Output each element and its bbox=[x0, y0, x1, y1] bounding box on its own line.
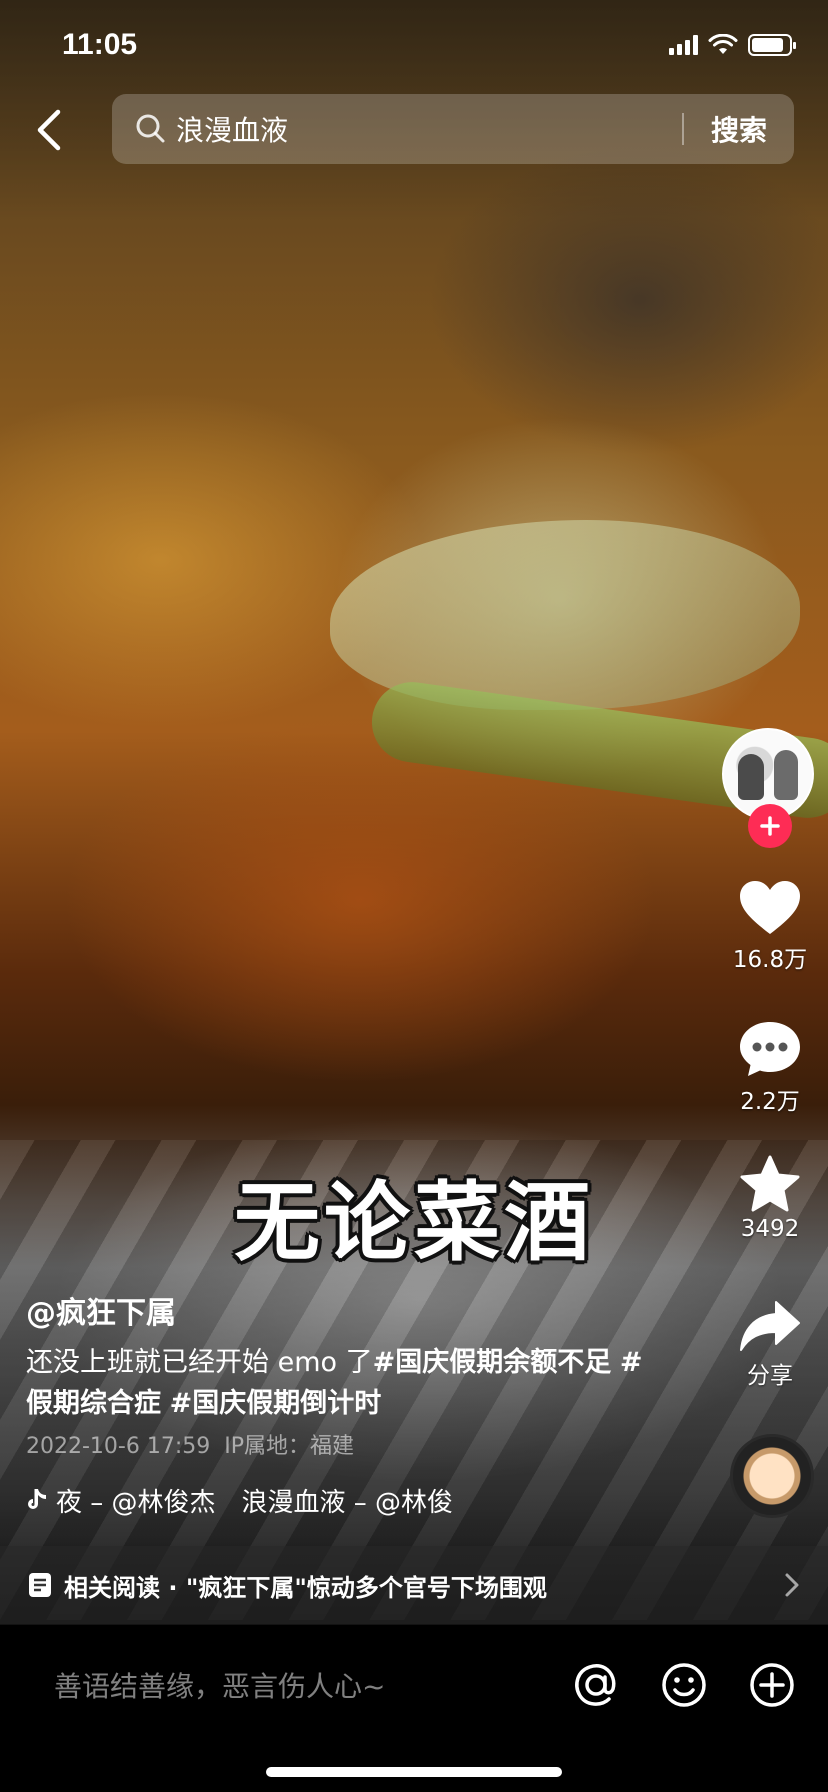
music-disc[interactable] bbox=[730, 1434, 814, 1518]
chevron-left-icon bbox=[37, 109, 61, 151]
author-avatar[interactable] bbox=[722, 728, 818, 848]
comment-bar: 善语结善缘，恶言伤人心~ bbox=[0, 1625, 828, 1792]
share-label: 分享 bbox=[747, 1363, 793, 1389]
post-description: 还没上班就已经开始 emo 了#国庆假期余额不足 #假期综合症 #国庆假期倒计时 bbox=[26, 1342, 646, 1424]
battery-level bbox=[752, 38, 783, 52]
signal-icon bbox=[669, 35, 698, 55]
document-icon bbox=[29, 1573, 51, 1597]
music-title: 夜 – @林俊杰 浪漫血液 – @林俊 bbox=[56, 1487, 454, 1518]
video-cabbage-shape bbox=[330, 520, 800, 710]
favorite-count: 3492 bbox=[740, 1216, 800, 1242]
search-bar[interactable]: 浪漫血液 搜索 bbox=[112, 94, 794, 164]
post-timestamp: 2022-10-6 17:59 bbox=[26, 1434, 211, 1459]
at-mention-icon[interactable] bbox=[572, 1661, 620, 1709]
post-meta: 2022-10-6 17:59 IP属地：福建 bbox=[26, 1428, 354, 1460]
related-reading-bar[interactable]: 相关阅读 · "疯狂下属"惊动多个官号下场围观 bbox=[0, 1546, 828, 1624]
back-button[interactable] bbox=[28, 106, 72, 154]
hashtag[interactable]: #国庆假期倒计时 bbox=[170, 1388, 382, 1419]
home-indicator[interactable] bbox=[266, 1767, 562, 1777]
favorite-action[interactable]: 3492 bbox=[724, 1154, 816, 1242]
plus-icon bbox=[760, 816, 780, 836]
star-icon bbox=[740, 1155, 800, 1212]
wifi-icon bbox=[708, 34, 738, 54]
tiktok-note-icon bbox=[28, 1489, 46, 1509]
search-button[interactable]: 搜索 bbox=[684, 109, 794, 149]
heart-icon bbox=[740, 881, 800, 934]
like-count: 16.8万 bbox=[732, 947, 808, 973]
comment-action[interactable]: 2.2万 bbox=[724, 1018, 816, 1116]
follow-button[interactable] bbox=[748, 804, 792, 848]
comment-input[interactable]: 善语结善缘，恶言伤人心~ bbox=[54, 1665, 385, 1705]
author-name[interactable]: @疯狂下属 bbox=[26, 1288, 176, 1332]
status-icons bbox=[669, 34, 796, 56]
hashtag[interactable]: #国庆假期余额不足 bbox=[373, 1347, 612, 1378]
emoji-icon[interactable] bbox=[660, 1661, 708, 1709]
comment-bubble-icon bbox=[740, 1022, 800, 1076]
status-time: 11:05 bbox=[62, 28, 138, 61]
search-input[interactable]: 浪漫血液 bbox=[176, 109, 682, 149]
share-arrow-icon bbox=[740, 1301, 800, 1351]
ip-location: IP属地：福建 bbox=[224, 1434, 355, 1459]
battery-icon bbox=[748, 34, 796, 56]
music-ticker[interactable]: 夜 – @林俊杰 浪漫血液 – @林俊 bbox=[26, 1480, 496, 1520]
comment-count: 2.2万 bbox=[740, 1089, 800, 1115]
share-action[interactable]: 分享 bbox=[724, 1298, 816, 1390]
related-reading-text: 相关阅读 · "疯狂下属"惊动多个官号下场围观 bbox=[64, 1573, 547, 1602]
description-text: 还没上班就已经开始 emo 了 bbox=[26, 1347, 373, 1378]
like-action[interactable]: 16.8万 bbox=[724, 878, 816, 974]
search-icon bbox=[136, 114, 165, 143]
add-circle-icon[interactable] bbox=[748, 1661, 796, 1709]
chevron-right-icon bbox=[785, 1573, 799, 1597]
video-caption: 无论菜酒 bbox=[234, 1173, 594, 1273]
